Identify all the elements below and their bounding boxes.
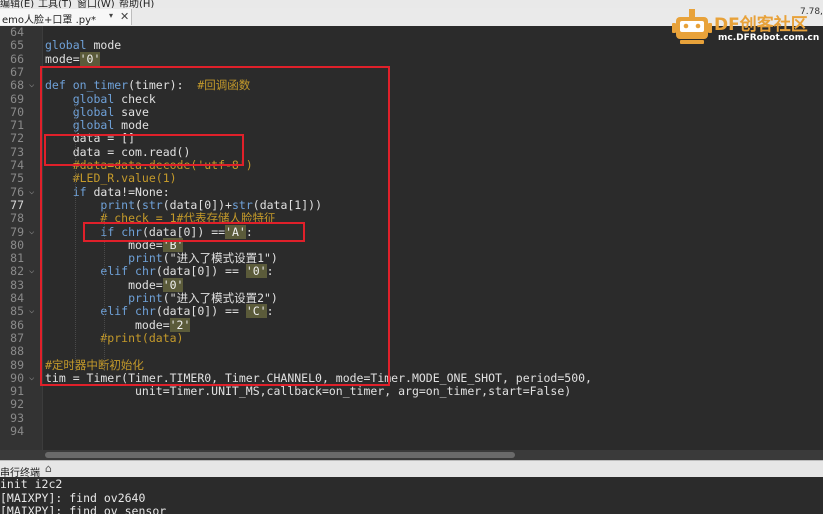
file-tab[interactable]: emo人脸+口罩 .py* ▾ ✕ <box>0 9 132 26</box>
code-token: '0' <box>79 51 101 66</box>
close-icon[interactable]: ✕ <box>120 10 129 23</box>
annotation-box-data-read <box>44 134 244 166</box>
code-token: mode <box>86 38 122 53</box>
fold-chevron-icon[interactable]: ⌵ <box>29 186 34 199</box>
annotation-box-if-chr <box>83 222 305 242</box>
line-number: 85 <box>10 304 24 319</box>
line-number: 91 <box>10 384 24 399</box>
menu-help[interactable]: 帮助(H) <box>119 0 154 8</box>
line-number: 65 <box>10 38 24 53</box>
line-number: 83 <box>10 277 24 292</box>
code-line[interactable]: unit=Timer.UNIT_MS,callback=on_timer, ar… <box>45 384 572 399</box>
line-number: 74 <box>10 158 24 172</box>
serial-terminal-output[interactable]: init i2c2 [MAIXPY]: find ov2640 [MAIXPY]… <box>0 477 823 514</box>
code-token: global <box>45 38 87 53</box>
scrollbar-thumb[interactable] <box>45 452 515 458</box>
menu-window[interactable]: 窗口(W) <box>77 0 115 8</box>
fold-chevron-icon[interactable]: ⌵ <box>29 79 34 92</box>
line-number: 73 <box>10 144 24 159</box>
code-line[interactable]: global mode <box>45 39 121 52</box>
line-number: 66 <box>10 51 24 66</box>
clear-terminal-icon[interactable]: ⌂ <box>45 462 52 475</box>
line-number: 67 <box>10 64 24 79</box>
file-tab-title: emo人脸+口罩 .py* <box>2 15 97 26</box>
robot-logo-icon <box>672 9 712 44</box>
line-number: 86 <box>10 317 24 332</box>
menu-tools[interactable]: 工具(T) <box>38 0 72 8</box>
line-number: 72 <box>10 131 24 146</box>
terminal-line: [MAIXPY]: find ov_sensor <box>0 504 167 514</box>
serial-terminal-header: 串行终端 ⌂ <box>0 460 823 479</box>
fold-chevron-icon[interactable]: ⌵ <box>29 305 34 318</box>
code-token: unit=Timer.UNIT_MS,callback=on_timer, ar… <box>45 384 572 399</box>
line-number: 75 <box>10 171 24 186</box>
line-number: 81 <box>10 251 24 266</box>
line-number: 94 <box>10 424 24 438</box>
code-editor[interactable]: 64 65 66 67 68 ⌵ 69 70 71 72 73 74 75 76 ⌵ 77 78 79 ⌵ 80 81 8… <box>0 26 823 450</box>
chevron-down-icon[interactable]: ▾ <box>109 11 113 20</box>
menu-bar: 编辑(E) 工具(T) 窗口(W) 帮助(H) <box>0 0 823 8</box>
logo-brand-text: DF创客社区 <box>714 15 808 35</box>
line-number: 90 <box>10 370 24 385</box>
line-number: 77 <box>10 197 24 212</box>
line-number: 78 <box>10 211 24 226</box>
line-number: 76 <box>10 184 24 199</box>
fold-chevron-icon[interactable]: ⌵ <box>29 226 34 239</box>
line-number: 82 <box>10 264 24 279</box>
line-number: 92 <box>10 397 24 412</box>
dfrobot-logo: DF创客社区 mc.DFRobot.com.cn <box>672 8 823 48</box>
fold-chevron-icon[interactable]: ⌵ <box>29 372 34 385</box>
code-line[interactable]: mode='0' <box>45 51 101 66</box>
fold-chevron-icon[interactable]: ⌵ <box>29 265 34 278</box>
line-number: 71 <box>10 118 24 133</box>
line-number: 87 <box>10 330 24 345</box>
line-number: 89 <box>10 357 24 372</box>
line-number: 79 <box>10 224 24 239</box>
line-number: 64 <box>10 26 24 39</box>
line-number: 69 <box>10 91 24 106</box>
line-number: 70 <box>10 104 24 119</box>
logo-url-text: mc.DFRobot.com.cn <box>718 33 820 43</box>
line-number: 68 <box>10 78 24 93</box>
line-number: 84 <box>10 291 24 305</box>
line-number: 93 <box>10 410 24 425</box>
terminal-line: [MAIXPY]: find ov2640 <box>0 490 146 505</box>
horizontal-scrollbar[interactable] <box>0 450 823 460</box>
line-number: 80 <box>10 237 24 252</box>
line-number-gutter: 64 65 66 67 68 ⌵ 69 70 71 72 73 74 75 76 ⌵ 77 78 79 ⌵ 80 81 8… <box>0 26 43 450</box>
terminal-line: init i2c2 <box>0 477 63 491</box>
code-token: mode= <box>45 51 80 66</box>
menu-edit[interactable]: 编辑(E) <box>0 0 34 8</box>
line-number: 88 <box>10 344 24 359</box>
